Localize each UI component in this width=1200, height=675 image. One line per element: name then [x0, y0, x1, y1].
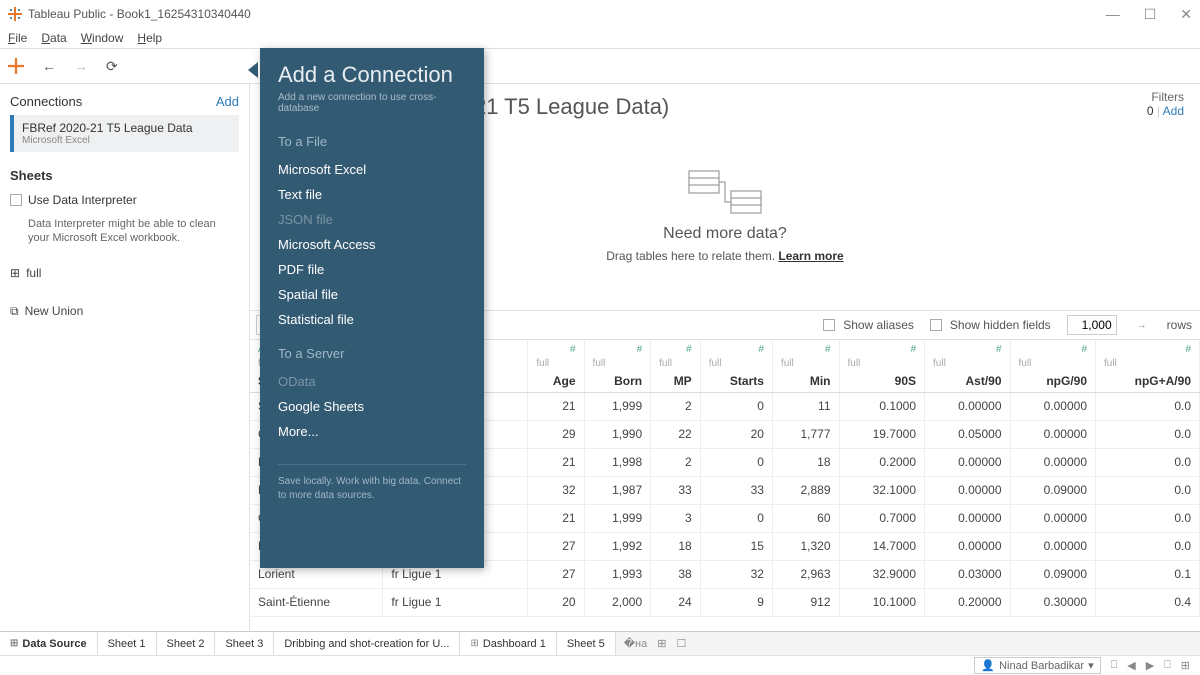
conn-opt-pdf[interactable]: PDF file	[278, 257, 466, 282]
panel-subtitle: Add a new connection to use cross-databa…	[278, 92, 466, 114]
new-worksheet-button[interactable]: �на	[624, 637, 647, 650]
panel-title: Add a Connection	[278, 62, 466, 88]
toolbar: ← → ⟳	[0, 48, 1200, 84]
filters-count: 0	[1147, 104, 1154, 118]
forward-button[interactable]: →	[74, 58, 88, 74]
chevron-down-icon: ▾	[1088, 659, 1094, 672]
show-hidden-fields-checkbox[interactable]: Show hidden fields	[930, 318, 1051, 332]
filters-label: Filters	[1147, 90, 1184, 104]
worksheet-tabs: ⊞Data Source Sheet 1 Sheet 2 Sheet 3 Dri…	[0, 631, 1200, 655]
checkbox-icon	[10, 194, 22, 206]
panel-footnote: Save locally. Work with big data. Connec…	[278, 464, 466, 503]
sheets-label: Sheets	[10, 168, 239, 183]
tab-sheet1[interactable]: Sheet 1	[98, 632, 157, 655]
add-filter-link[interactable]: Add	[1163, 104, 1184, 118]
dashboard-tab-icon: ⊞	[470, 638, 478, 649]
rows-label: rows	[1167, 318, 1192, 332]
sheet-item-full[interactable]: ⊞ full	[10, 266, 239, 280]
conn-opt-access[interactable]: Microsoft Access	[278, 232, 466, 257]
close-button[interactable]: ✕	[1180, 7, 1192, 21]
connections-sidebar: Connections Add FBRef 2020-21 T5 League …	[0, 84, 250, 631]
conn-opt-statistical[interactable]: Statistical file	[278, 307, 466, 332]
user-menu[interactable]: 👤 Ninad Barbadikar ▾	[974, 657, 1100, 674]
tableau-home-icon[interactable]	[8, 58, 24, 74]
statusbar: 👤 Ninad Barbadikar ▾ ⎕ ◀ ▶ ⎕ ⊞	[0, 655, 1200, 675]
tab-sheet2[interactable]: Sheet 2	[157, 632, 216, 655]
need-more-data-label: Need more data?	[663, 225, 787, 243]
show-aliases-checkbox[interactable]: Show aliases	[823, 318, 914, 332]
refresh-button[interactable]: ⟳	[106, 58, 118, 75]
grid-icon: ⊞	[10, 266, 20, 280]
conn-opt-odata[interactable]: OData	[278, 369, 466, 394]
conn-opt-json[interactable]: JSON file	[278, 207, 466, 232]
menu-help[interactable]: Help	[137, 31, 162, 45]
window-title: Tableau Public - Book1_16254310340440	[28, 7, 251, 21]
panel-arrow-icon	[248, 62, 258, 78]
to-a-server-label: To a Server	[278, 346, 466, 361]
connection-name: FBRef 2020-21 T5 League Data	[22, 121, 231, 135]
status-nav1[interactable]: ⎕	[1111, 659, 1118, 672]
conn-opt-text[interactable]: Text file	[278, 182, 466, 207]
drag-hint: Drag tables here to relate them. Learn m…	[606, 249, 843, 263]
table-row: Saint-Étiennefr Ligue 1202,00024991210.1…	[250, 588, 1200, 616]
tableau-logo-icon	[8, 7, 22, 21]
tab-data-source[interactable]: ⊞Data Source	[0, 632, 98, 655]
conn-opt-spatial[interactable]: Spatial file	[278, 282, 466, 307]
connection-item[interactable]: FBRef 2020-21 T5 League Data Microsoft E…	[10, 115, 239, 152]
menubar: File Data Window Help	[0, 28, 1200, 48]
status-nav-next[interactable]: ▶	[1146, 659, 1154, 672]
new-dashboard-button[interactable]: ⊞	[657, 637, 666, 650]
minimize-button[interactable]: —	[1106, 7, 1120, 21]
status-nav-prev[interactable]: ◀	[1127, 659, 1135, 672]
conn-opt-google-sheets[interactable]: Google Sheets	[278, 394, 466, 419]
status-nav-last[interactable]: ⎕	[1164, 659, 1171, 672]
titlebar: Tableau Public - Book1_16254310340440 — …	[0, 0, 1200, 28]
row-count-arrow[interactable]: →	[1133, 320, 1151, 331]
menu-data[interactable]: Data	[41, 31, 66, 45]
tables-relate-icon	[685, 167, 765, 217]
menu-file[interactable]: File	[8, 31, 27, 45]
use-data-interpreter-checkbox[interactable]: Use Data Interpreter	[10, 193, 239, 207]
learn-more-link[interactable]: Learn more	[778, 249, 843, 263]
maximize-button[interactable]: ☐	[1144, 7, 1157, 21]
row-count-input[interactable]	[1067, 315, 1117, 335]
conn-opt-more[interactable]: More...	[278, 419, 466, 444]
menu-window[interactable]: Window	[81, 31, 124, 45]
tab-dribbling[interactable]: Dribbing and shot-creation for U...	[274, 632, 460, 655]
status-filmstrip[interactable]: ⊞	[1181, 659, 1190, 672]
new-union-button[interactable]: ⧉ New Union	[10, 304, 239, 319]
union-icon: ⧉	[10, 304, 19, 319]
add-connection-panel: Add a Connection Add a new connection to…	[260, 48, 484, 568]
user-icon: 👤	[981, 659, 995, 672]
add-connection-link[interactable]: Add	[216, 94, 239, 109]
tab-sheet5[interactable]: Sheet 5	[557, 632, 616, 655]
new-story-button[interactable]: ☐	[676, 637, 686, 650]
datasource-tab-icon: ⊞	[10, 638, 18, 649]
connections-label: Connections	[10, 94, 82, 109]
to-a-file-label: To a File	[278, 134, 466, 149]
tab-sheet3[interactable]: Sheet 3	[215, 632, 274, 655]
interpreter-note: Data Interpreter might be able to clean …	[28, 217, 239, 246]
back-button[interactable]: ←	[42, 58, 56, 74]
tab-dashboard1[interactable]: ⊞Dashboard 1	[460, 632, 556, 655]
conn-opt-excel[interactable]: Microsoft Excel	[278, 157, 466, 182]
connection-type: Microsoft Excel	[22, 135, 231, 146]
